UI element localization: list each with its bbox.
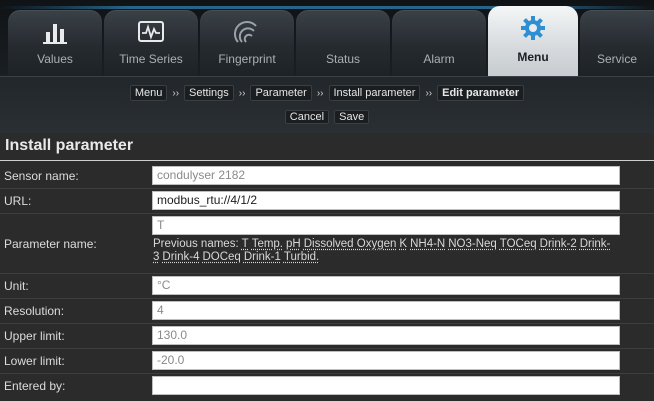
save-button[interactable]: Save: [334, 110, 370, 124]
previous-name-item[interactable]: TOCeq: [500, 238, 537, 250]
sensor-name-field[interactable]: condulyser 2182: [152, 166, 620, 185]
upper-limit-label: Upper limit:: [4, 329, 65, 343]
row-divider: [0, 298, 654, 299]
row-divider: [0, 213, 654, 214]
lower-limit-field[interactable]: -20.0: [152, 351, 620, 370]
breadcrumb-settings[interactable]: Settings: [184, 85, 234, 101]
previous-name-item[interactable]: pH: [286, 238, 301, 250]
tab-values[interactable]: Values: [8, 10, 102, 76]
upper-limit-field[interactable]: 130.0: [152, 326, 620, 345]
tab-alarm-label: Alarm: [423, 52, 455, 66]
previous-name-item[interactable]: NO3-Neq: [448, 238, 497, 250]
breadcrumb-parameter[interactable]: Parameter: [250, 85, 312, 101]
url-row: URL: modbus_rtu://4/1/2: [0, 190, 654, 212]
unit-label: Unit:: [4, 279, 29, 293]
tab-menu-label: Menu: [517, 50, 549, 64]
parameter-name-label: Parameter name:: [4, 237, 97, 251]
waveform-icon: [138, 21, 164, 42]
row-divider: [0, 373, 654, 374]
parameter-name-row: Parameter name: T Previous names: T Temp.…: [0, 215, 654, 271]
previous-name-item[interactable]: Dissolved Oxygen: [304, 238, 397, 250]
breadcrumb-separator: ››: [238, 88, 246, 99]
gear-icon: [521, 16, 545, 40]
breadcrumb: Menu ›› Settings ›› Parameter ›› Install param…: [0, 85, 654, 101]
previous-names: Previous names: T Temp. pH Dissolved Oxygen…: [153, 238, 633, 264]
tab-fingerprint[interactable]: Fingerprint: [200, 10, 294, 76]
tab-status[interactable]: Status: [296, 10, 390, 76]
previous-names-prefix: Previous names:: [153, 238, 239, 250]
tab-service-label: Service: [596, 52, 637, 66]
previous-name-item[interactable]: Turbid.: [284, 251, 319, 263]
tab-fingerprint-label: Fingerprint: [218, 52, 276, 66]
breadcrumb-menu[interactable]: Menu: [129, 85, 168, 101]
breadcrumb-separator: ››: [316, 88, 324, 99]
tab-service[interactable]: Service: [580, 10, 654, 76]
resolution-label: Resolution:: [4, 304, 65, 318]
sensor-name-row: Sensor name: condulyser 2182: [0, 165, 654, 187]
previous-name-item[interactable]: Temp.: [252, 238, 283, 250]
unit-field[interactable]: °C: [152, 276, 620, 295]
row-divider: [0, 273, 654, 274]
resolution-field[interactable]: 4: [152, 301, 620, 320]
previous-name-item[interactable]: Drink-2: [540, 238, 577, 250]
action-bar: Cancel Save: [0, 110, 654, 124]
breadcrumb-separator: ››: [425, 88, 433, 99]
section-header: Install parameter: [0, 134, 654, 161]
sensor-name-label: Sensor name:: [4, 169, 79, 183]
previous-name-item[interactable]: Drink-4: [162, 251, 199, 263]
previous-name-item[interactable]: NH4-N: [410, 238, 445, 250]
url-label: URL:: [4, 194, 32, 208]
lower-limit-label: Lower limit:: [4, 354, 65, 368]
entered-by-label: Entered by:: [4, 379, 66, 393]
previous-name-item[interactable]: K: [399, 238, 407, 250]
tab-menu[interactable]: Menu: [488, 6, 578, 76]
upper-limit-row: Upper limit: 130.0: [0, 325, 654, 347]
unit-row: Unit: °C: [0, 275, 654, 297]
row-divider: [0, 188, 654, 189]
tab-values-label: Values: [37, 52, 73, 66]
breadcrumb-edit-parameter: Edit parameter: [437, 85, 525, 101]
tab-status-label: Status: [325, 52, 361, 66]
row-divider: [0, 348, 654, 349]
tab-time-series[interactable]: Time Series: [104, 10, 198, 76]
breadcrumb-separator: ››: [172, 88, 180, 99]
url-field[interactable]: modbus_rtu://4/1/2: [152, 191, 620, 210]
previous-name-item[interactable]: T: [242, 238, 249, 250]
breadcrumb-bar: Menu ›› Settings ›› Parameter ›› Install param…: [0, 76, 654, 133]
lower-limit-row: Lower limit: -20.0: [0, 350, 654, 372]
bar-chart-icon: [43, 24, 67, 44]
previous-name-item[interactable]: Drink-1: [244, 251, 281, 263]
tab-alarm[interactable]: Alarm: [392, 10, 486, 76]
breadcrumb-install-parameter[interactable]: Install parameter: [328, 85, 421, 101]
entered-by-field[interactable]: [152, 376, 620, 395]
row-divider: [0, 323, 654, 324]
main-tab-bar: Values Time Series Fingerprint Status Al…: [0, 0, 654, 76]
tab-time-series-label: Time Series: [119, 52, 183, 66]
resolution-row: Resolution: 4: [0, 300, 654, 322]
section-title: Install parameter: [5, 137, 134, 154]
previous-name-item[interactable]: DOCeq: [202, 251, 240, 263]
entered-by-row: Entered by:: [0, 375, 654, 397]
cancel-button[interactable]: Cancel: [284, 110, 330, 124]
parameter-name-field[interactable]: T: [152, 216, 620, 235]
fingerprint-icon: [233, 20, 257, 43]
